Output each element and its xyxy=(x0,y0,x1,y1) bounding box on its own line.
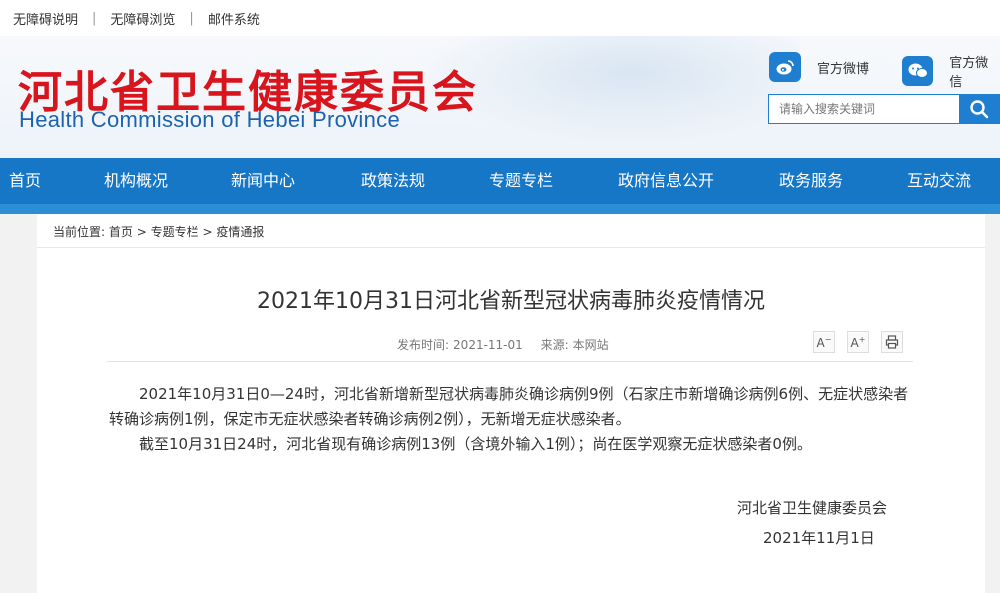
print-icon xyxy=(885,335,899,349)
breadcrumb-sep: > xyxy=(202,225,213,239)
publish-time: 2021-11-01 xyxy=(453,338,523,352)
nav-item-news[interactable]: 新闻中心 xyxy=(231,158,295,204)
font-larger-icon: A+ xyxy=(850,334,866,350)
breadcrumb-home[interactable]: 首页 xyxy=(109,225,133,239)
accessibility-info-link[interactable]: 无障碍说明 xyxy=(13,9,78,28)
publish-time-label: 发布时间: xyxy=(397,338,450,352)
search-box xyxy=(768,94,1000,124)
source-value: 本网站 xyxy=(572,338,609,352)
nav-item-topics[interactable]: 专题专栏 xyxy=(489,158,553,204)
nav-item-home[interactable]: 首页 xyxy=(9,158,41,204)
divider xyxy=(107,361,913,362)
mail-system-link[interactable]: 邮件系统 xyxy=(208,9,260,28)
top-utility-bar: 无障碍说明 | 无障碍浏览 | 邮件系统 xyxy=(0,0,1000,36)
search-input[interactable] xyxy=(769,95,959,123)
weibo-icon xyxy=(769,52,801,82)
main-nav: 首页 机构概况 新闻中心 政策法规 专题专栏 政府信息公开 政务服务 互动交流 xyxy=(0,158,1000,204)
font-larger-button[interactable]: A+ xyxy=(847,331,869,353)
nav-item-about[interactable]: 机构概况 xyxy=(104,158,168,204)
divider xyxy=(37,247,985,248)
signature-date: 2021年11月1日 xyxy=(763,529,875,547)
site-header: 河北省卫生健康委员会 Health Commission of Hebei Pr… xyxy=(0,36,1000,158)
signature-org: 河北省卫生健康委员会 xyxy=(737,499,888,517)
wechat-icon xyxy=(902,56,934,86)
breadcrumb-label: 当前位置: xyxy=(53,225,106,239)
wechat-label: 官方微信 xyxy=(949,56,989,90)
breadcrumb-topics[interactable]: 专题专栏 xyxy=(151,225,199,239)
separator: | xyxy=(92,10,97,26)
font-smaller-button[interactable]: A− xyxy=(813,331,835,353)
accessibility-browse-link[interactable]: 无障碍浏览 xyxy=(110,9,175,28)
font-smaller-icon: A− xyxy=(816,334,832,350)
source-label: 来源: xyxy=(540,338,569,352)
site-title-en[interactable]: Health Commission of Hebei Province xyxy=(19,107,400,133)
breadcrumb-current[interactable]: 疫情通报 xyxy=(216,225,264,239)
separator: | xyxy=(189,10,194,26)
article-tools: A− A+ xyxy=(813,331,915,353)
article-title: 2021年10月31日河北省新型冠状病毒肺炎疫情情况 xyxy=(257,289,765,314)
nav-item-policy[interactable]: 政策法规 xyxy=(361,158,425,204)
article-paragraph: 2021年10月31日0—24时，河北省新增新型冠状病毒肺炎确诊病例9例（石家庄… xyxy=(109,385,909,428)
wechat-link[interactable]: 官方微信 xyxy=(902,52,1000,90)
nav-item-gov-info[interactable]: 政府信息公开 xyxy=(618,158,714,204)
article-body: 2021年10月31日0—24时，河北省新增新型冠状病毒肺炎确诊病例9例（石家庄… xyxy=(109,382,915,457)
print-button[interactable] xyxy=(881,331,903,353)
search-icon xyxy=(970,100,989,119)
article-meta: 发布时间: 2021-11-01 来源: 本网站 xyxy=(397,336,623,353)
weibo-link[interactable]: 官方微博 xyxy=(769,52,869,82)
article-paragraph: 截至10月31日24时，河北省现有确诊病例13例（含境外输入1例）；尚在医学观察… xyxy=(139,435,812,453)
nav-underline xyxy=(0,204,1000,214)
search-button[interactable] xyxy=(959,95,999,123)
nav-item-interaction[interactable]: 互动交流 xyxy=(907,158,971,204)
nav-item-services[interactable]: 政务服务 xyxy=(779,158,843,204)
article-signature: 河北省卫生健康委员会 2021年11月1日 xyxy=(700,493,940,553)
breadcrumb-sep: > xyxy=(136,225,147,239)
breadcrumb: 当前位置: 首页 > 专题专栏 > 疫情通报 xyxy=(53,223,264,240)
weibo-label: 官方微博 xyxy=(817,61,870,77)
